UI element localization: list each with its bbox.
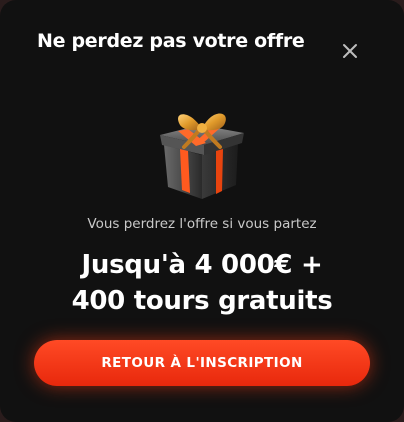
- offer-modal: Ne perdez pas votre offre Vous perdrez l…: [0, 0, 404, 422]
- modal-title: Ne perdez pas votre offre: [37, 30, 305, 52]
- back-to-signup-button[interactable]: RETOUR À L'INSCRIPTION: [34, 340, 370, 386]
- gift-box-icon: [150, 103, 254, 203]
- offer-headline: Jusqu'à 4 000€ + 400 tours gratuits: [0, 247, 404, 319]
- offer-headline-line-2: 400 tours gratuits: [71, 286, 333, 316]
- offer-warning-text: Vous perdrez l'offre si vous partez: [87, 216, 317, 232]
- offer-headline-line-1: Jusqu'à 4 000€ +: [81, 250, 323, 280]
- close-icon[interactable]: [340, 41, 360, 61]
